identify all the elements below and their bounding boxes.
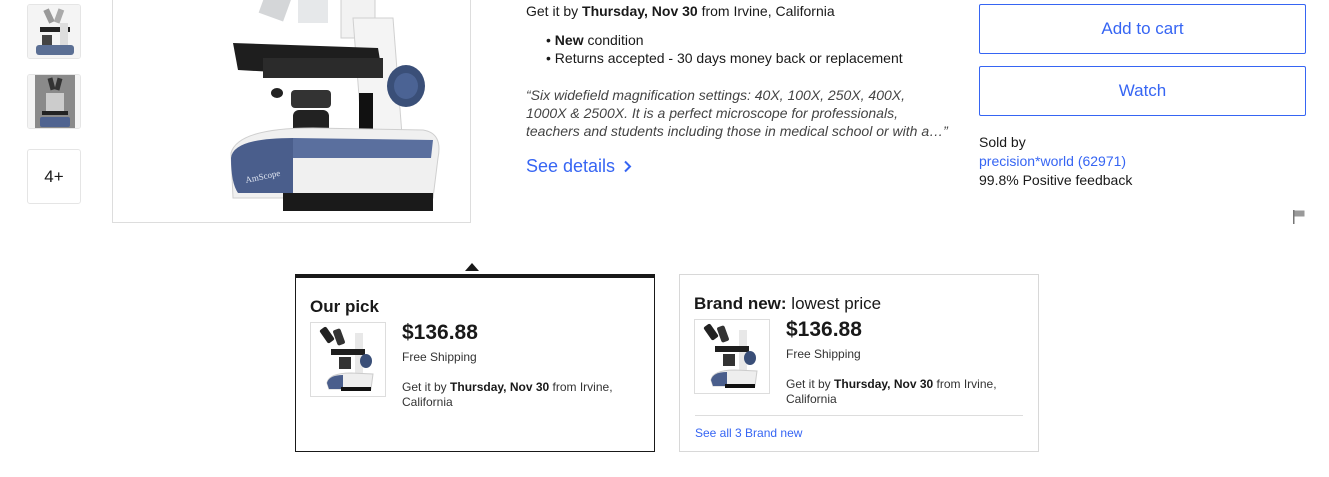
delivery-estimate: Get it by Thursday, Nov 30 from Irvine, … [526, 3, 835, 19]
thumbnail-more[interactable]: 4+ [27, 149, 81, 204]
offer-thumbnail [310, 322, 386, 397]
offer-title-bold: Brand new: [694, 294, 787, 313]
offer-delivery: Get it by Thursday, Nov 30 from Irvine, … [786, 377, 1026, 407]
offer-delivery-date: Thursday, Nov 30 [450, 380, 550, 394]
condition-value: New [554, 32, 584, 48]
offer-card-title: Brand new: lowest price [694, 294, 881, 314]
delivery-location: from Irvine, California [701, 3, 835, 19]
feature-bullets: New condition Returns accepted - 30 days… [546, 31, 903, 67]
see-details-link[interactable]: See details [526, 156, 632, 177]
see-details-label: See details [526, 156, 616, 176]
selected-card-pointer [465, 263, 479, 271]
delivery-date: Thursday, Nov 30 [582, 3, 698, 19]
delivery-prefix: Get it by [526, 3, 579, 19]
offer-shipping: Free Shipping [402, 350, 477, 364]
offer-delivery: Get it by Thursday, Nov 30 from Irvine, … [402, 380, 642, 410]
sold-by-label: Sold by [979, 134, 1026, 150]
microscope-thumbnail-image [28, 5, 80, 58]
returns-bullet: Returns accepted - 30 days money back or… [546, 49, 903, 67]
offer-price: $136.88 [786, 318, 862, 341]
more-images-label: 4+ [44, 166, 64, 186]
description-snippet: “Six widefield magnification settings: 4… [526, 86, 951, 140]
description-line-3: teachers and students including those in… [526, 123, 948, 139]
seller-info: Sold by precision*world (62971) 99.8% Po… [979, 133, 1132, 190]
card-divider [695, 415, 1023, 416]
flag-icon [1293, 210, 1305, 224]
condition-bullet: New condition [546, 31, 903, 49]
offer-shipping: Free Shipping [786, 347, 861, 361]
description-line-1: “Six widefield magnification settings: 4… [526, 87, 905, 103]
offer-delivery-prefix: Get it by [402, 380, 447, 394]
description-line-2: 1000X & 2500X. It is a perfect microscop… [526, 105, 898, 121]
microscope-thumbnail-image [695, 320, 769, 393]
watch-button[interactable]: Watch [979, 66, 1306, 116]
offer-card-brand-new[interactable]: Brand new: lowest price $136.88 Free Shi… [679, 274, 1039, 452]
offer-thumbnail [694, 319, 770, 394]
see-all-brand-new-link[interactable]: See all 3 Brand new [695, 426, 802, 440]
report-flag-icon[interactable] [1292, 209, 1306, 230]
offer-card-title: Our pick [310, 297, 379, 317]
seller-name-link[interactable]: precision*world (62971) [979, 152, 1132, 171]
add-to-cart-button[interactable]: Add to cart [979, 4, 1306, 54]
seller-feedback: 99.8% Positive feedback [979, 172, 1133, 188]
thumbnail-2[interactable] [27, 74, 81, 129]
thumbnail-1[interactable] [27, 4, 81, 59]
offer-title-bold: Our pick [310, 297, 379, 316]
returns-text: Returns accepted - 30 days money back or… [554, 50, 903, 66]
chevron-right-icon [624, 160, 632, 173]
offer-price: $136.88 [402, 321, 478, 344]
microscope-image: AmScope [230, 0, 440, 211]
microscope-thumbnail-image [28, 75, 80, 128]
offer-delivery-prefix: Get it by [786, 377, 831, 391]
offer-title-rest: lowest price [791, 294, 882, 313]
main-product-image[interactable]: AmScope [112, 0, 471, 223]
condition-label: condition [587, 32, 644, 48]
microscope-thumbnail-image [311, 323, 385, 396]
offer-card-our-pick[interactable]: Our pick $136.88 Free Shipping Get it by… [295, 274, 655, 452]
offer-delivery-date: Thursday, Nov 30 [834, 377, 934, 391]
